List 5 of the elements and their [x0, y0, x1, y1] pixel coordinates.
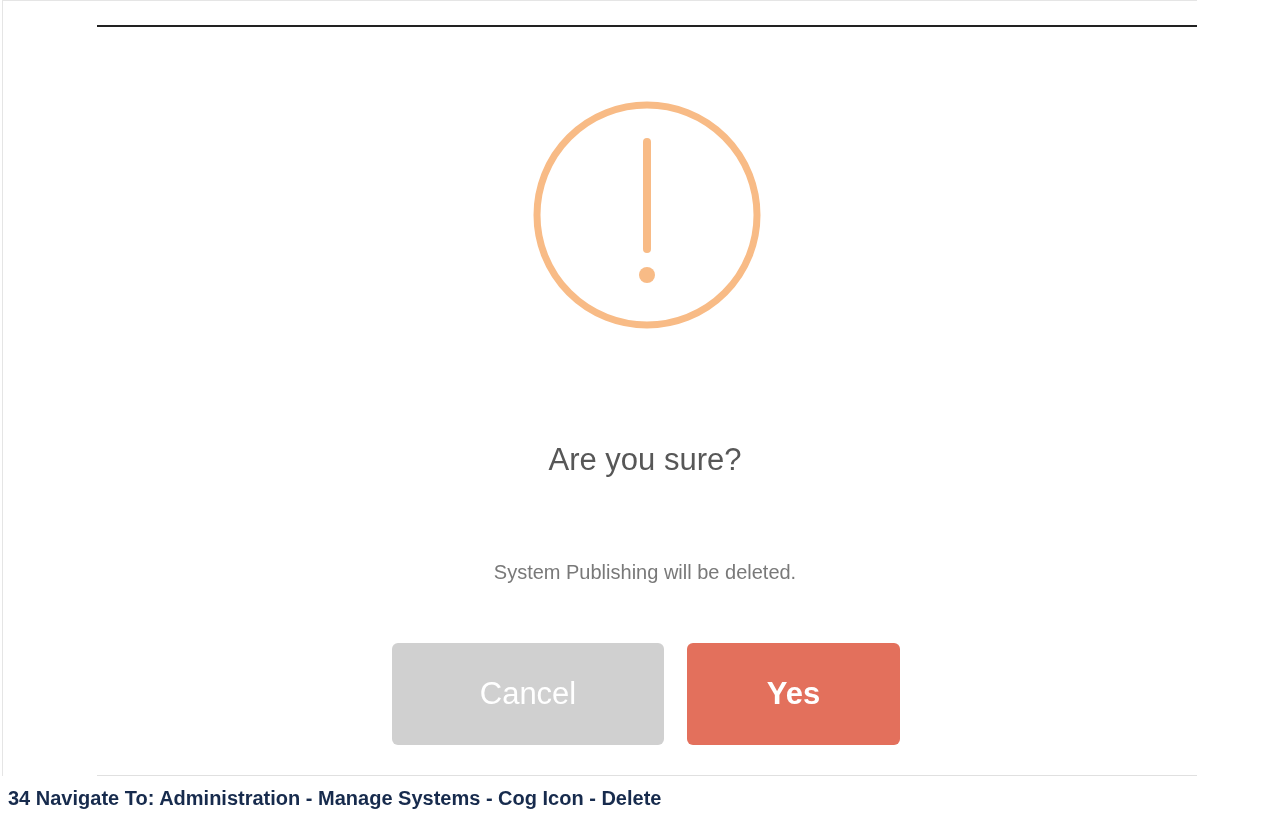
yes-button[interactable]: Yes: [687, 643, 900, 745]
dialog-message: System Publishing will be deleted.: [493, 560, 797, 585]
caption: 34 Navigate To: Administration - Manage Systems - Cog Icon - Delete: [8, 787, 662, 809]
warning-icon: [533, 101, 761, 329]
dialog-title: Are you sure?: [548, 441, 742, 479]
